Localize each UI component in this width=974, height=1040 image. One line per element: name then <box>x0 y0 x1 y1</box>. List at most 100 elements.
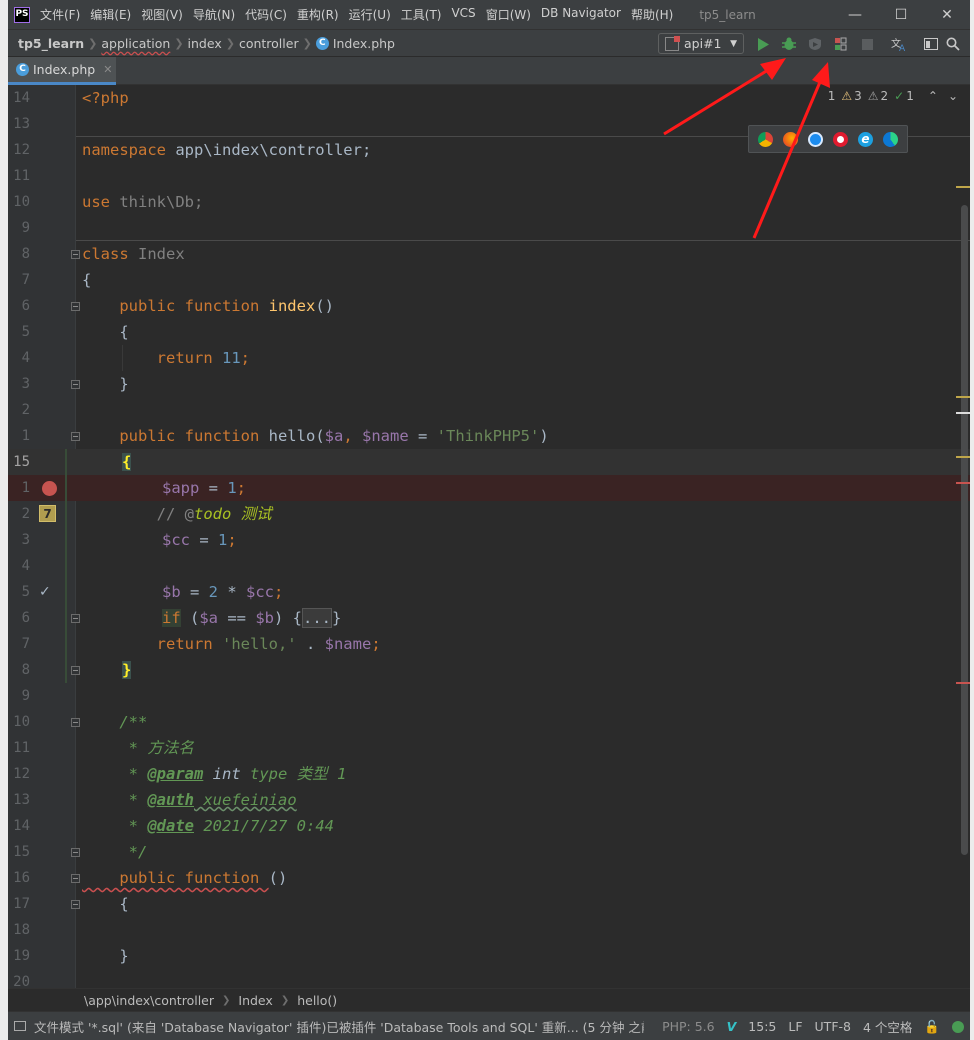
code-string: 'ThinkPHP5' <box>436 427 540 445</box>
chrome-icon[interactable] <box>758 131 773 147</box>
tool-window-toggle-icon[interactable] <box>14 1021 26 1031</box>
close-icon[interactable]: ✕ <box>924 0 970 29</box>
breadcrumb-controller[interactable]: controller <box>239 36 299 51</box>
fold-icon[interactable] <box>71 848 80 857</box>
error-marker[interactable] <box>956 682 970 684</box>
menu-navigate[interactable]: 导航(N) <box>193 6 235 23</box>
opera-icon[interactable] <box>833 131 848 147</box>
code-line: } <box>82 371 128 397</box>
vue-icon[interactable]: V <box>727 1019 737 1034</box>
ie-icon[interactable]: e <box>858 131 873 147</box>
line-number: 2 <box>21 402 30 418</box>
menu-run[interactable]: 运行(U) <box>349 6 391 23</box>
vertical-scrollbar[interactable] <box>961 205 968 855</box>
fold-icon[interactable] <box>71 666 80 675</box>
breakpoint-icon[interactable] <box>42 481 57 496</box>
open-in-browser-popup: e <box>748 125 908 153</box>
warning-marker[interactable] <box>956 396 970 398</box>
status-message[interactable]: 文件模式 '*.sql' (来自 'Database Navigator' 插件… <box>34 1017 644 1036</box>
folded-code-block[interactable]: ... <box>302 608 333 628</box>
line-number: 3 <box>21 376 30 392</box>
line-number: 12 <box>13 142 30 158</box>
inspection-status-icon[interactable] <box>952 1020 964 1033</box>
line-number: 1 <box>21 480 30 496</box>
line-number: 14 <box>13 818 30 834</box>
fold-icon[interactable] <box>71 900 80 909</box>
file-encoding[interactable]: UTF-8 <box>815 1019 851 1034</box>
code-text: = <box>180 583 209 601</box>
profile-icon[interactable] <box>832 35 850 53</box>
edge-icon[interactable] <box>883 131 898 147</box>
breadcrumb-namespace[interactable]: \app\index\controller <box>84 993 214 1008</box>
fold-icon[interactable] <box>71 718 80 727</box>
breakpoint-marker[interactable] <box>956 482 970 484</box>
firefox-icon[interactable] <box>783 131 798 147</box>
code-doc-comment: 2021/7/27 0:44 <box>194 817 334 835</box>
fold-icon[interactable] <box>71 250 80 259</box>
code-line: } <box>82 943 128 969</box>
weak-warning-icon: ⚠ <box>867 89 879 103</box>
fold-icon[interactable] <box>71 874 80 883</box>
line-number: 9 <box>21 688 30 704</box>
menu-vcs[interactable]: VCS <box>451 6 475 23</box>
fold-icon[interactable] <box>71 614 80 623</box>
minimize-icon[interactable]: — <box>832 0 878 29</box>
menu-db-navigator[interactable]: DB Navigator <box>541 6 621 23</box>
breadcrumb-method[interactable]: hello() <box>297 993 337 1008</box>
tab-index-php[interactable]: C Index.php ✕ <box>8 57 116 85</box>
menu-file[interactable]: 文件(F) <box>40 6 80 23</box>
menu-view[interactable]: 视图(V) <box>141 6 183 23</box>
run-icon[interactable] <box>754 35 772 53</box>
code-function-name: index <box>268 297 316 315</box>
line-number: 8 <box>21 662 30 678</box>
menu-window[interactable]: 窗口(W) <box>486 6 531 23</box>
menu-help[interactable]: 帮助(H) <box>631 6 673 23</box>
inspection-widget[interactable]: 1 ⚠ 3 ⚠ 2 ✓ 1 ⌃ ⌄ <box>821 89 958 103</box>
caret-position[interactable]: 15:5 <box>748 1019 776 1034</box>
bookmark-icon[interactable]: 7 <box>39 505 56 522</box>
translate-icon[interactable]: 文A <box>890 35 908 53</box>
line-separator[interactable]: LF <box>788 1019 802 1034</box>
maximize-icon[interactable]: ☐ <box>878 0 924 29</box>
menu-refactor[interactable]: 重构(R) <box>297 6 339 23</box>
warning-icon: ⚠ <box>841 89 853 103</box>
text-marker[interactable] <box>956 412 970 414</box>
chevron-up-icon[interactable]: ⌃ <box>928 89 938 103</box>
line-number: 7 <box>21 636 30 652</box>
code-breadcrumbs: \app\index\controller ❯ Index ❯ hello() <box>8 988 970 1011</box>
breadcrumb-project[interactable]: tp5_learn <box>18 36 84 51</box>
safari-icon[interactable] <box>808 131 823 147</box>
breadcrumb-application[interactable]: application <box>101 36 170 51</box>
code-editor[interactable]: 14 13 12 11 10 9 8 7 6 5 4 3 2 1 15 1 2 … <box>8 85 970 988</box>
menu-tools[interactable]: 工具(T) <box>401 6 442 23</box>
code-line: * @auth xuefeiniao <box>82 787 297 813</box>
php-version[interactable]: PHP: 5.6 <box>662 1019 715 1034</box>
layout-icon[interactable] <box>922 35 940 53</box>
chevron-down-icon[interactable]: ⌄ <box>948 89 958 103</box>
menu-edit[interactable]: 编辑(E) <box>90 6 131 23</box>
breadcrumb: tp5_learn ❯ application ❯ index ❯ contro… <box>18 36 395 51</box>
debug-icon[interactable] <box>780 35 798 53</box>
stop-icon[interactable] <box>858 35 876 53</box>
run-configuration-select[interactable]: api#1 ▼ <box>658 33 744 54</box>
fold-icon[interactable] <box>71 380 80 389</box>
fold-icon[interactable] <box>71 302 80 311</box>
close-tab-icon[interactable]: ✕ <box>103 63 112 76</box>
warning-marker[interactable] <box>956 186 970 188</box>
code-doc-comment: */ <box>82 843 148 861</box>
breadcrumb-index[interactable]: index <box>188 36 222 51</box>
breadcrumb-file[interactable]: Index.php <box>333 36 395 51</box>
warning-marker[interactable] <box>956 456 970 458</box>
svg-text:A: A <box>899 44 906 52</box>
coverage-icon[interactable] <box>806 35 824 53</box>
line-number: 1 <box>21 428 30 444</box>
lock-icon[interactable]: 🔓 <box>924 1019 940 1035</box>
breadcrumb-class[interactable]: Index <box>238 993 272 1008</box>
code-number: 1 <box>227 479 237 497</box>
menu-code[interactable]: 代码(C) <box>245 6 287 23</box>
code-text: ) <box>539 427 549 445</box>
indent-setting[interactable]: 4 个空格 <box>863 1017 912 1036</box>
search-icon[interactable] <box>944 35 962 53</box>
line-number: 5 <box>21 584 30 600</box>
fold-icon[interactable] <box>71 432 80 441</box>
